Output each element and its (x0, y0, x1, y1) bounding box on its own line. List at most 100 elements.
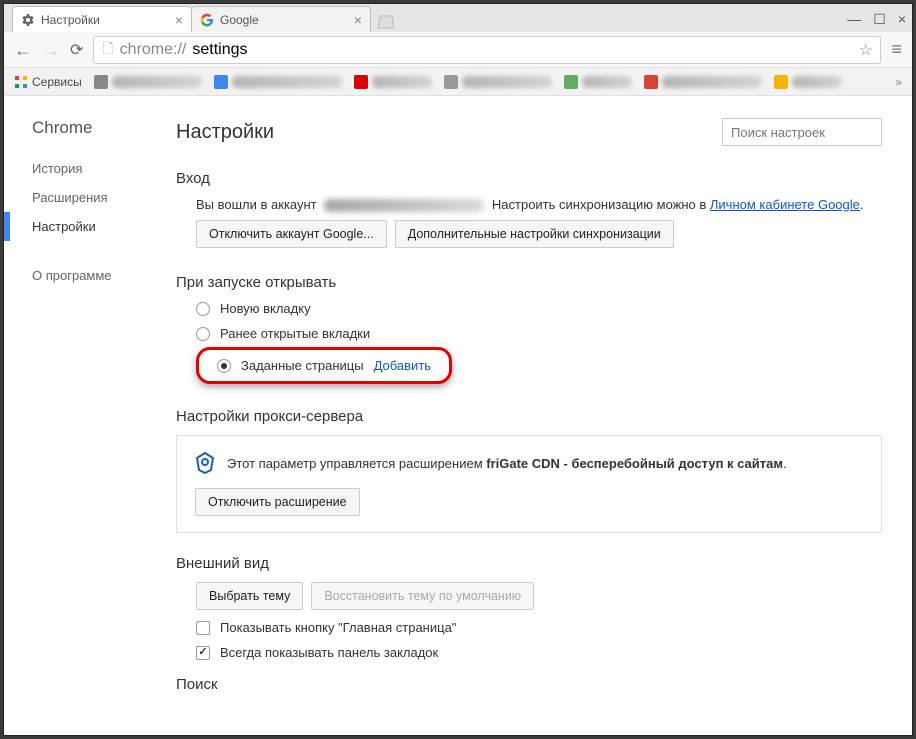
close-window-icon[interactable]: × (898, 11, 906, 27)
nav-settings[interactable]: Настройки (4, 212, 164, 241)
apps-label: Сервисы (32, 75, 82, 89)
forward-button[interactable]: → (42, 41, 60, 59)
show-home-button-checkbox[interactable]: Показывать кнопку "Главная страница" (196, 620, 882, 635)
radio-icon (196, 302, 210, 316)
choose-theme-button[interactable]: Выбрать тему (196, 582, 303, 610)
nav-divider (4, 241, 164, 261)
section-appearance-title: Внешний вид (176, 555, 882, 572)
bookmark-label-blurred (792, 76, 842, 88)
bookmark-item[interactable] (354, 75, 432, 89)
bookmarks-overflow-icon[interactable]: » (895, 75, 902, 89)
reset-theme-button[interactable]: Восстановить тему по умолчанию (311, 582, 534, 610)
proxy-info-box: Этот параметр управляется расширением fr… (176, 435, 882, 533)
section-proxy-title: Настройки прокси-сервера (176, 408, 882, 425)
google-icon (200, 13, 214, 27)
browser-toolbar: ← → ⟳ 🗋 chrome:// settings ☆ ≡ (4, 32, 912, 68)
checkbox-icon (196, 621, 210, 635)
startup-radio-specific-highlighted: Заданные страницы Добавить (196, 347, 452, 384)
section-signin-title: Вход (176, 170, 882, 187)
checkbox-label: Показывать кнопку "Главная страница" (220, 620, 456, 635)
brand-title: Chrome (4, 118, 164, 154)
checkbox-icon (196, 646, 210, 660)
bookmarks-bar: Сервисы » (4, 68, 912, 96)
bookmark-item[interactable] (214, 75, 342, 89)
bookmark-item[interactable] (774, 75, 842, 89)
tab-title: Настройки (41, 13, 100, 27)
signin-prefix: Вы вошли в аккаунт (196, 197, 317, 212)
close-icon[interactable]: × (175, 13, 183, 27)
reload-button[interactable]: ⟳ (70, 40, 83, 60)
section-signin: Вы вошли в аккаунт Настроить синхронизац… (176, 197, 882, 248)
bookmark-item[interactable] (564, 75, 632, 89)
disable-extension-button[interactable]: Отключить расширение (195, 488, 360, 516)
proxy-managed-note: Этот параметр управляется расширением fr… (195, 452, 863, 474)
signin-status-line: Вы вошли в аккаунт Настроить синхронизац… (196, 197, 882, 212)
google-account-link[interactable]: Личном кабинете Google (710, 197, 860, 212)
disconnect-google-button[interactable]: Отключить аккаунт Google... (196, 220, 387, 248)
main-menu-icon[interactable]: ≡ (891, 39, 902, 60)
tab-strip: Настройки × Google × — ☐ × (4, 4, 912, 32)
advanced-sync-button[interactable]: Дополнительные настройки синхронизации (395, 220, 674, 248)
section-startup: Новую вкладку Ранее открытые вкладки Зад… (176, 301, 882, 394)
bookmark-label-blurred (582, 76, 632, 88)
radio-label: Ранее открытые вкладки (220, 326, 370, 341)
page-header: Настройки (176, 118, 882, 146)
favicon (94, 75, 108, 89)
settings-page: Chrome История Расширения Настройки О пр… (4, 96, 912, 735)
browser-window: Настройки × Google × — ☐ × ← → ⟳ 🗋 chrom… (4, 4, 912, 735)
proxy-note-prefix: Этот параметр управляется расширением (227, 456, 486, 471)
bookmark-label-blurred (112, 76, 202, 88)
section-startup-title: При запуске открывать (176, 274, 882, 291)
search-settings-input[interactable] (722, 118, 882, 146)
maximize-icon[interactable]: ☐ (873, 11, 886, 28)
back-button[interactable]: ← (14, 41, 32, 59)
window-controls: — ☐ × (847, 6, 906, 32)
tab-settings[interactable]: Настройки × (12, 6, 192, 32)
section-appearance: Выбрать тему Восстановить тему по умолча… (176, 582, 882, 660)
bookmark-label-blurred (662, 76, 762, 88)
favicon (444, 75, 458, 89)
radio-icon[interactable] (217, 359, 231, 373)
checkbox-label: Всегда показывать панель закладок (220, 645, 438, 660)
gear-icon (21, 13, 35, 27)
nav-history[interactable]: История (4, 154, 164, 183)
bookmark-label-blurred (462, 76, 552, 88)
section-search-title: Поиск (176, 676, 882, 693)
new-tab-button[interactable] (374, 12, 398, 32)
signin-suffix: Настроить синхронизацию можно в (492, 197, 710, 212)
frigate-icon (195, 452, 215, 474)
minimize-icon[interactable]: — (847, 11, 861, 27)
bookmark-label-blurred (372, 76, 432, 88)
apps-icon (14, 75, 28, 89)
favicon (214, 75, 228, 89)
period: . (860, 197, 864, 212)
address-bar[interactable]: 🗋 chrome:// settings ☆ (93, 36, 881, 64)
url-scheme: chrome:// (120, 41, 187, 59)
url-path: settings (192, 41, 247, 59)
startup-radio-continue[interactable]: Ранее открытые вкладки (196, 326, 882, 341)
close-icon[interactable]: × (354, 13, 362, 27)
startup-radio-newtab[interactable]: Новую вкладку (196, 301, 882, 316)
bookmark-star-icon[interactable]: ☆ (859, 41, 872, 59)
page-icon: 🗋 (102, 38, 113, 62)
nav-about[interactable]: О программе (4, 261, 164, 290)
bookmark-item[interactable] (94, 75, 202, 89)
always-show-bookmarks-checkbox[interactable]: Всегда показывать панель закладок (196, 645, 882, 660)
proxy-note-suffix: . (783, 456, 787, 471)
bookmark-item[interactable] (644, 75, 762, 89)
nav-extensions[interactable]: Расширения (4, 183, 164, 212)
favicon (354, 75, 368, 89)
bookmark-label-blurred (232, 76, 342, 88)
startup-set-pages-link[interactable]: Добавить (374, 358, 431, 373)
settings-left-nav: Chrome История Расширения Настройки О пр… (4, 96, 164, 735)
favicon (644, 75, 658, 89)
favicon (774, 75, 788, 89)
bookmarks-apps-shortcut[interactable]: Сервисы (14, 75, 82, 89)
page-title: Настройки (176, 121, 274, 144)
signin-account-blurred (324, 199, 484, 212)
settings-main: Настройки Вход Вы вошли в аккаунт Настро… (164, 96, 912, 735)
proxy-extension-name: friGate CDN - бесперебойный доступ к сай… (486, 456, 783, 471)
radio-label: Заданные страницы (241, 358, 364, 373)
bookmark-item[interactable] (444, 75, 552, 89)
tab-google[interactable]: Google × (191, 6, 371, 32)
